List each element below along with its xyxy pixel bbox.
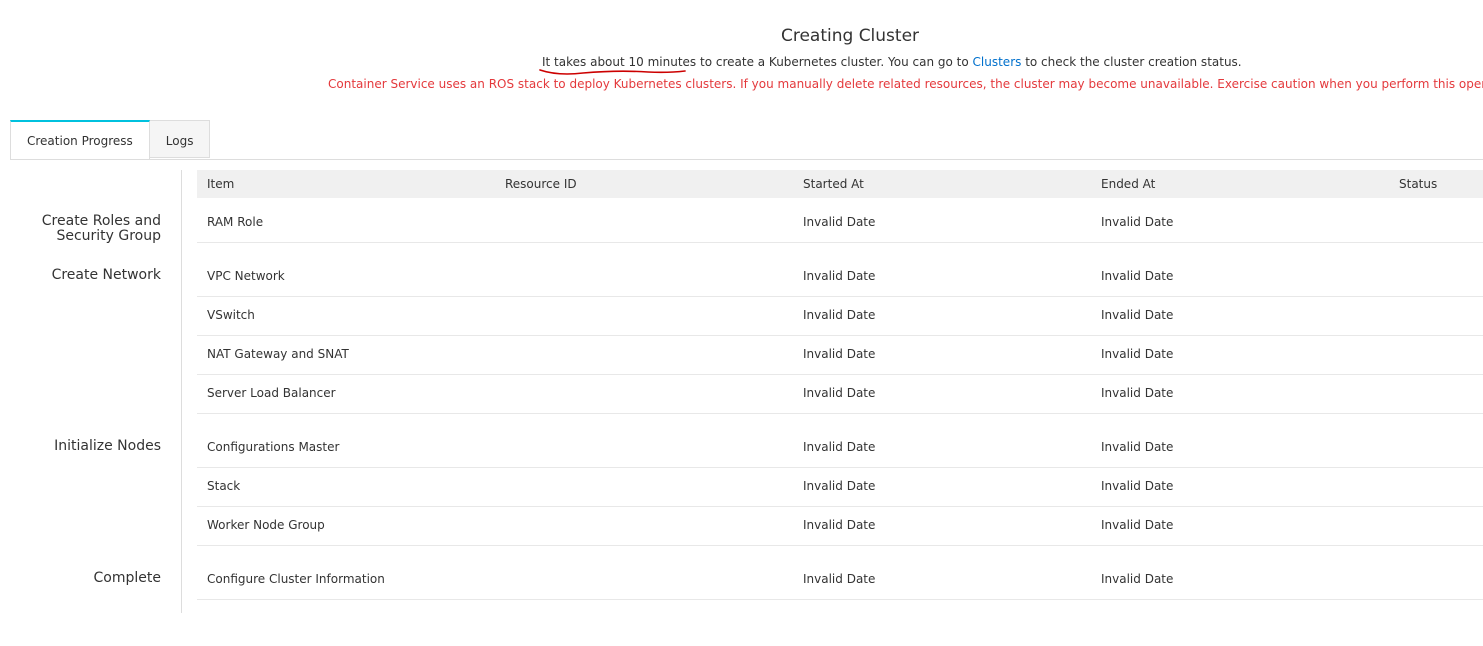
table-header: Item Resource ID Started At Ended At Sta…: [197, 170, 1483, 198]
cell-ended-at: Invalid Date: [1101, 269, 1174, 283]
cell-item: Configure Cluster Information: [207, 572, 385, 586]
cell-item: RAM Role: [207, 215, 264, 229]
stage-label-create-network: Create Network: [51, 267, 161, 283]
cell-started-at: Invalid Date: [803, 269, 876, 283]
cell-started-at: Invalid Date: [803, 479, 876, 493]
cell-ended-at: Invalid Date: [1101, 440, 1174, 454]
cell-started-at: Invalid Date: [803, 386, 876, 400]
tab-logs[interactable]: Logs: [149, 120, 211, 158]
cell-item: VSwitch: [207, 308, 255, 322]
stage-divider: [181, 170, 182, 613]
table-row: Server Load Balancer Invalid Date Invali…: [197, 374, 1483, 414]
notice-text-end: to check the cluster creation status.: [1021, 55, 1242, 69]
cell-ended-at: Invalid Date: [1101, 347, 1174, 361]
column-header-status: Status: [1399, 177, 1438, 191]
ros-stack-warning: Container Service uses an ROS stack to d…: [328, 77, 1483, 91]
column-header-ended-at: Ended At: [1101, 177, 1156, 191]
table-row: VPC Network Invalid Date Invalid Date: [197, 257, 1483, 297]
cell-item: Worker Node Group: [207, 518, 325, 532]
stage-label-line: Create Roles and: [41, 213, 161, 229]
cell-ended-at: Invalid Date: [1101, 386, 1174, 400]
column-header-resource-id: Resource ID: [505, 177, 577, 191]
cell-item: NAT Gateway and SNAT: [207, 347, 349, 361]
cell-item: Server Load Balancer: [207, 386, 336, 400]
table-row: VSwitch Invalid Date Invalid Date: [197, 296, 1483, 336]
clusters-link[interactable]: Clusters: [973, 55, 1022, 69]
cell-started-at: Invalid Date: [803, 518, 876, 532]
column-header-started-at: Started At: [803, 177, 864, 191]
cell-item: Stack: [207, 479, 241, 493]
cell-ended-at: Invalid Date: [1101, 479, 1174, 493]
stage-label-create-roles: Create Roles and Security Group: [42, 214, 161, 244]
table-row: RAM Role Invalid Date Invalid Date: [197, 203, 1483, 243]
cell-item: VPC Network: [207, 269, 285, 283]
tab-bar: Creation Progress Logs: [10, 120, 211, 160]
stage-label-initialize-nodes: Initialize Nodes: [54, 438, 161, 454]
table-row: Configure Cluster Information Invalid Da…: [197, 560, 1483, 600]
cell-started-at: Invalid Date: [803, 308, 876, 322]
cell-started-at: Invalid Date: [803, 440, 876, 454]
table-row: NAT Gateway and SNAT Invalid Date Invali…: [197, 335, 1483, 375]
cell-ended-at: Invalid Date: [1101, 518, 1174, 532]
cell-started-at: Invalid Date: [803, 572, 876, 586]
cell-item: Configurations Master: [207, 440, 340, 454]
stage-label-complete: Complete: [93, 570, 161, 586]
cell-ended-at: Invalid Date: [1101, 308, 1174, 322]
page-title: Creating Cluster: [780, 26, 920, 46]
table-row: Worker Node Group Invalid Date Invalid D…: [197, 506, 1483, 546]
table-row: Stack Invalid Date Invalid Date: [197, 467, 1483, 507]
table-row: Configurations Master Invalid Date Inval…: [197, 428, 1483, 468]
column-header-item: Item: [207, 177, 235, 191]
cell-ended-at: Invalid Date: [1101, 572, 1174, 586]
tab-creation-progress[interactable]: Creation Progress: [10, 120, 150, 160]
cell-started-at: Invalid Date: [803, 347, 876, 361]
cell-ended-at: Invalid Date: [1101, 215, 1174, 229]
stage-label-line: Security Group: [56, 228, 161, 244]
tab-divider: [10, 159, 1483, 160]
cell-started-at: Invalid Date: [803, 215, 876, 229]
